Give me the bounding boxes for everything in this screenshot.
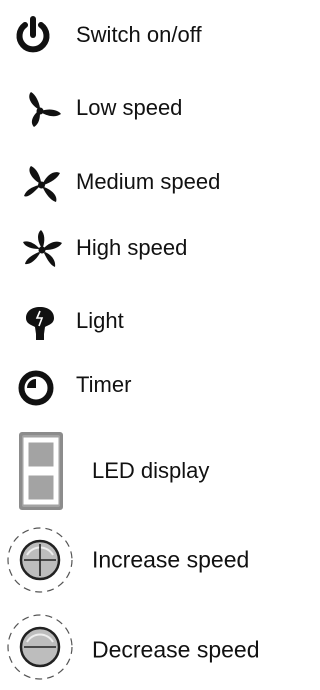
legend-label-high-speed: High speed xyxy=(76,235,188,260)
legend-row-high-speed: High speed xyxy=(0,214,309,284)
legend-row-switch: Switch on/off xyxy=(0,0,309,70)
legend-row-increase-speed: Increase speed xyxy=(0,522,309,602)
legend-row-timer: Timer xyxy=(0,353,309,423)
legend-label-medium-speed: Medium speed xyxy=(76,169,221,194)
fan-medium-icon xyxy=(20,165,64,205)
decrease-speed-icon xyxy=(5,612,75,682)
legend-label-decrease-speed: Decrease speed xyxy=(92,636,260,663)
legend-label-led-display: LED display xyxy=(92,458,210,483)
fan-low-icon xyxy=(20,90,64,130)
legend-row-led-display: LED display xyxy=(0,430,309,520)
legend-row-low-speed: Low speed xyxy=(0,75,309,145)
led-display-icon xyxy=(19,432,63,510)
legend-label-low-speed: Low speed xyxy=(76,95,183,120)
legend-row-decrease-speed: Decrease speed xyxy=(0,608,309,690)
power-icon xyxy=(14,16,52,54)
fan-high-icon xyxy=(20,229,66,271)
light-bulb-icon xyxy=(22,306,58,342)
legend-row-light: Light xyxy=(0,288,309,358)
remote-control-legend: Switch on/off Low speed Medium speed Hig… xyxy=(0,0,309,690)
legend-label-increase-speed: Increase speed xyxy=(92,546,250,573)
legend-label-switch: Switch on/off xyxy=(76,22,202,47)
timer-icon xyxy=(17,369,55,407)
legend-label-timer: Timer xyxy=(76,372,132,397)
legend-row-medium-speed: Medium speed xyxy=(0,148,309,218)
legend-label-light: Light xyxy=(76,308,124,333)
increase-speed-icon xyxy=(5,525,75,595)
